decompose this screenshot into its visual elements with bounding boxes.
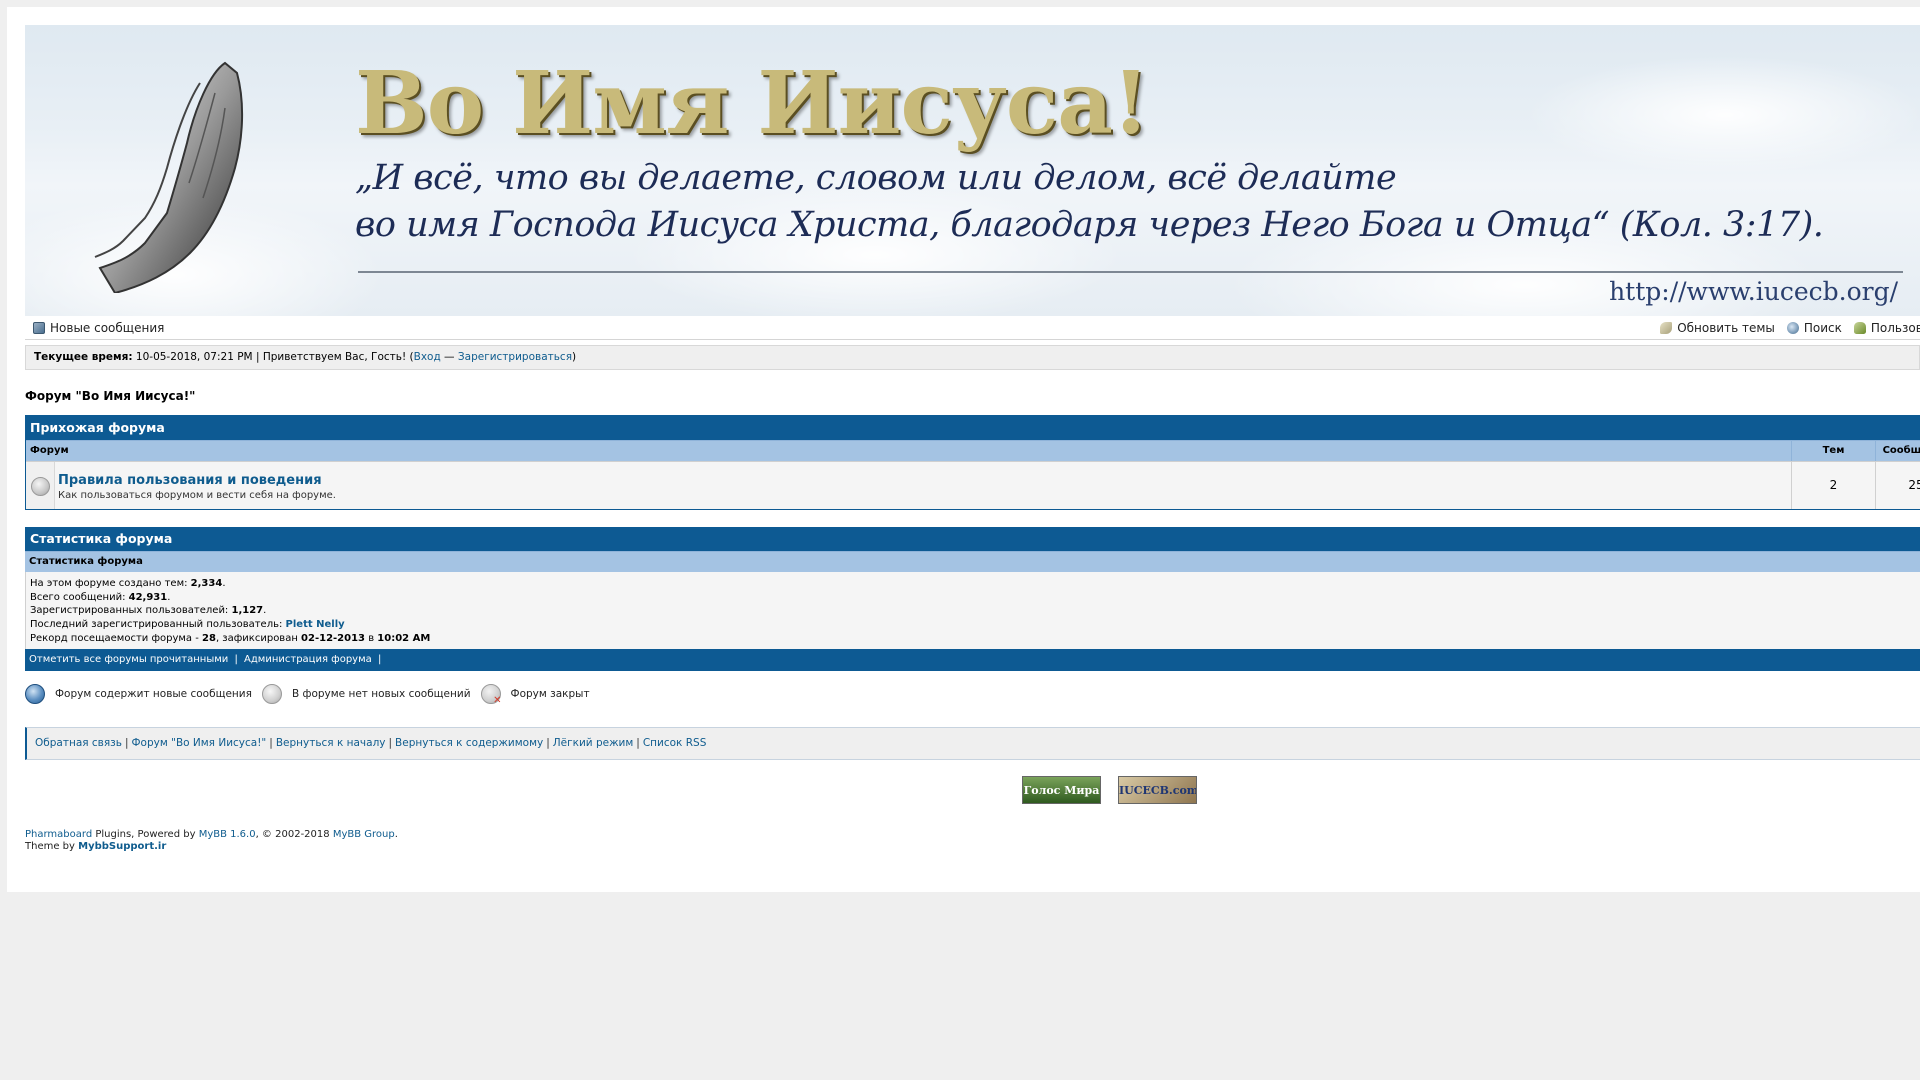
banner-title: Во Имя Иисуса! [355,53,1150,154]
powered-line: Pharmaboard Plugins, Powered by MyBB 1.6… [25,829,1920,842]
page-container: Во Имя Иисуса! „И всё, что вы делаете, с… [7,7,1920,892]
lobby-header[interactable]: Прихожая форума [26,416,1920,440]
forum-thread-count: 2 [1791,462,1875,509]
stats-posts: Всего сообщений: 42,931. [30,591,171,603]
stats-posts-value: 42,931 [128,591,168,603]
search-icon [1786,322,1799,334]
lobby-category: Прихожая форума Форум Тем Сообщений Прав… [25,415,1920,510]
stats-record-label: Рекорд посещаемости форума - [30,632,203,644]
no-new-posts-icon [31,477,50,496]
users-icon [1853,322,1866,334]
praying-hands-icon [94,61,244,293]
stats-header[interactable]: Статистика форума [25,527,1920,551]
contact-link[interactable]: Обратная связь [35,737,122,749]
back-to-content-link[interactable]: Вернуться к содержимому [395,737,543,749]
legend-no-new: В форуме нет новых сообщений [291,687,471,700]
new-posts-status-icon [25,683,45,704]
powered-period: . [394,828,398,840]
login-link[interactable]: Вход [414,351,441,363]
forum-home-link[interactable]: Форум "Во Имя Иисуса!" [132,737,267,749]
mark-all-read-link[interactable]: Отметить все форумы прочитанными [29,654,228,665]
banner-site-url: http://www.iucecb.org/ [1609,277,1898,306]
mybb-link[interactable]: MyBB 1.6.0 [199,829,256,840]
legend-locked: Форум закрыт [510,687,590,700]
stats-topics-label: На этом форуме создано тем: [30,578,191,589]
legend-new: Форум содержит новые сообщения [55,687,252,700]
locked-forum-icon [480,683,502,706]
banner-rule [358,271,1903,273]
stats-record-in: в [365,632,378,644]
newest-user-link[interactable]: Plett Nelly [286,619,345,630]
search-link[interactable]: Поиск [1786,321,1842,335]
col-posts: Сообщений [1875,441,1920,461]
stats-topics-value: 2,334 [190,578,223,589]
welcome-dash: — [440,351,458,363]
top-menu: Новые сообщения Обновить темы Поиск Поль… [25,316,1920,340]
stats-topics: На этом форуме создано тем: 2,334. [30,578,226,589]
stats-newest-label: Последний зарегистрированный пользовател… [30,619,286,631]
banner-quote-line1: „И всё, что вы делаете, словом или делом… [355,158,1397,198]
stats-record-mid: , зафиксирован [215,632,302,644]
refresh-topics-link[interactable]: Обновить темы [1660,321,1775,335]
stats-subheader-label: Статистика форума [29,556,143,567]
stats-users: Зарегистрированных пользователей: 1,127. [30,605,267,617]
mybb-group-link[interactable]: MyBB Group [333,829,395,840]
partner-banners: Голос Мира IUCECB.com [25,775,1920,806]
no-new-posts-status-icon [261,683,282,704]
powered-plugins-text: Plugins, Powered by [92,828,199,840]
register-link[interactable]: Зарегистрироваться [458,351,572,363]
stats-body: На этом форуме создано тем: 2,334. Всего… [25,572,1920,649]
lite-mode-link[interactable]: Лёгкий режим [553,737,634,749]
stats-newest-user: Последний зарегистрированный пользовател… [30,618,1916,632]
current-time-value: 10-05-2018, 07:21 PM | Приветствуем Вас,… [132,351,414,363]
stats-users-value: 1,127 [231,605,264,617]
col-threads: Тем [1791,441,1875,461]
pharmaboard-link[interactable]: Pharmaboard [25,829,92,840]
new-posts-link[interactable]: Новые сообщения [33,321,164,335]
lobby-column-headers: Форум Тем Сообщений [26,440,1920,461]
forum-rules-link[interactable]: Правила пользования и поведения [58,473,322,488]
current-time-label: Текущее время: [34,351,133,363]
forum-status-cell [26,462,55,509]
rss-link[interactable]: Список RSS [643,737,707,749]
refresh-icon [1660,322,1673,334]
theme-author-link[interactable]: MybbSupport.ir [78,841,166,852]
page-inner: Во Имя Иисуса! „И всё, что вы делаете, с… [25,25,1920,854]
back-to-top-link[interactable]: Вернуться к началу [276,737,386,749]
banner-quote-line2: во имя Господа Иисуса Христа, благодаря … [355,205,1824,245]
forum-stats: Статистика форума Статистика форума На э… [25,527,1920,671]
new-posts-icon [33,322,45,334]
search-label: Поиск [1803,321,1842,335]
users-link[interactable]: Пользователи [1853,321,1920,335]
forum-post-count: 25 [1875,462,1920,509]
theme-by-label: Theme by [25,841,79,853]
refresh-topics-label: Обновить темы [1677,321,1775,335]
col-forum: Форум [30,445,69,456]
powered-copyright: , © 2002-2018 [255,828,333,840]
new-posts-label: Новые сообщения [50,321,165,335]
stats-record: Рекорд посещаемости форума - 28, зафикси… [30,632,1916,646]
forum-description: Как пользоваться форумом и вести себя на… [58,490,336,501]
golos-mira-banner[interactable]: Голос Мира [1022,775,1101,804]
stats-record-count: 28 [202,632,216,644]
users-label: Пользователи [1870,321,1920,335]
forum-legend: Форум содержит новые сообщения В форуме … [25,682,1920,706]
stats-posts-label: Всего сообщений: [30,591,129,603]
welcome-bar: Текущее время: 10-05-2018, 07:21 PM | Пр… [25,345,1920,370]
table-row: Правила пользования и поведения Как поль… [26,461,1920,509]
forum-admin-link[interactable]: Администрация форума [244,654,372,665]
footer-links: Обратная связь | Форум "Во Имя Иисуса!" | Ве… [25,726,1920,760]
stats-users-label: Зарегистрированных пользователей: [30,605,232,617]
powered-by: Pharmaboard Plugins, Powered by MyBB 1.6… [25,829,1920,854]
theme-line: Theme by MybbSupport.ir [25,841,1920,854]
iucecb-banner[interactable]: IUCECB.com [1118,775,1197,804]
welcome-close-paren: ) [572,351,577,363]
header-banner[interactable]: Во Имя Иисуса! „И всё, что вы делаете, с… [25,25,1920,316]
stats-footer: Отметить все форумы прочитанными | Админ… [25,648,1920,671]
stats-subheader: Статистика форума [25,551,1920,572]
stats-record-time: 10:02 AM [377,632,431,644]
stats-record-date: 02-12-2013 [301,632,366,644]
forum-title: Форум "Во Имя Иисуса!" [25,389,196,403]
